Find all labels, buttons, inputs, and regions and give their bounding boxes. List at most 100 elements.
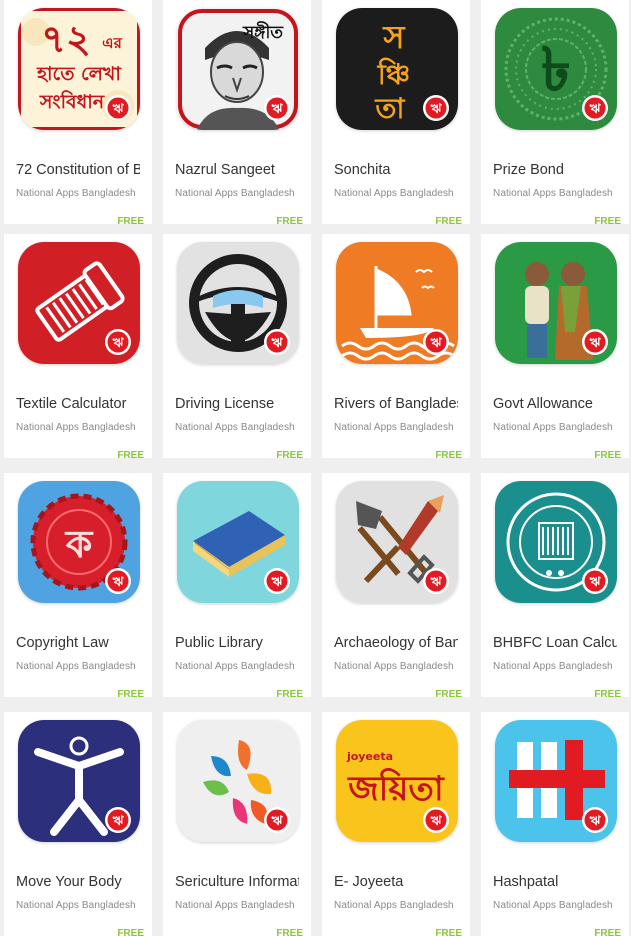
app-price: FREE xyxy=(117,216,144,224)
app-title[interactable]: Hashpatal xyxy=(493,874,617,890)
app-developer[interactable]: National Apps Bangladesh xyxy=(16,422,146,433)
elderly-couple-icon[interactable]: ঋ xyxy=(495,242,617,364)
app-card[interactable]: ঋ Public Library National Apps Banglades… xyxy=(163,473,311,697)
app-price: FREE xyxy=(594,450,621,458)
app-card[interactable]: ঋ Hashpatal National Apps Bangladesh FRE… xyxy=(481,712,629,936)
app-card[interactable]: ঋ Move Your Body National Apps Banglades… xyxy=(4,712,152,936)
brand-badge-icon: ঋ xyxy=(105,568,131,594)
app-card[interactable]: সঙ্গীত ঋ Nazrul Sangeet National Apps Ba… xyxy=(163,0,311,224)
sailboat-icon[interactable]: ঋ xyxy=(336,242,458,364)
svg-text:সংবিধান: সংবিধান xyxy=(39,90,105,113)
app-title[interactable]: Archaeology of Bangladesh xyxy=(334,635,458,651)
app-developer[interactable]: National Apps Bangladesh xyxy=(334,422,464,433)
bhbfc-logo-icon[interactable]: ঋ xyxy=(495,481,617,603)
svg-text:ঋ: ঋ xyxy=(271,814,284,829)
brand-badge-icon: ঋ xyxy=(105,329,131,355)
app-developer[interactable]: National Apps Bangladesh xyxy=(175,188,305,199)
svg-text:ঋ: ঋ xyxy=(589,336,602,351)
app-developer[interactable]: National Apps Bangladesh xyxy=(16,661,146,672)
svg-text:তা: তা xyxy=(374,92,405,125)
app-card[interactable]: ঋ Archaeology of Bangladesh National App… xyxy=(322,473,470,697)
app-developer[interactable]: National Apps Bangladesh xyxy=(334,900,464,911)
butterfly-icon[interactable]: ঋ xyxy=(177,720,299,842)
app-developer[interactable]: National Apps Bangladesh xyxy=(493,661,623,672)
hospital-cross-icon[interactable]: ঋ xyxy=(495,720,617,842)
svg-text:ঋ: ঋ xyxy=(112,814,125,829)
app-price: FREE xyxy=(276,216,303,224)
app-price: FREE xyxy=(435,689,462,697)
svg-text:৳: ৳ xyxy=(541,35,571,105)
app-title[interactable]: Rivers of Bangladesh xyxy=(334,396,458,412)
shovel-brush-icon[interactable]: ঋ xyxy=(336,481,458,603)
brand-badge-icon: ঋ xyxy=(423,807,449,833)
app-price: FREE xyxy=(435,216,462,224)
app-price: FREE xyxy=(276,450,303,458)
app-title[interactable]: Nazrul Sangeet xyxy=(175,162,299,178)
app-title[interactable]: Driving License xyxy=(175,396,299,412)
app-developer[interactable]: National Apps Bangladesh xyxy=(334,661,464,672)
app-title[interactable]: E- Joyeeta xyxy=(334,874,458,890)
app-developer[interactable]: National Apps Bangladesh xyxy=(334,188,464,199)
app-title[interactable]: 72 Constitution of Bangladesh xyxy=(16,162,140,178)
svg-text:ঋ: ঋ xyxy=(271,336,284,351)
app-developer[interactable]: National Apps Bangladesh xyxy=(493,900,623,911)
book-icon[interactable]: ঋ xyxy=(177,481,299,603)
app-card[interactable]: ঋ Govt Allowance National Apps Banglades… xyxy=(481,234,629,458)
svg-text:ঋ: ঋ xyxy=(430,336,443,351)
prize-bond-icon[interactable]: ৳ ঋ xyxy=(495,8,617,130)
brand-badge-icon: ঋ xyxy=(264,95,290,121)
svg-text:স: স xyxy=(382,18,406,56)
app-developer[interactable]: National Apps Bangladesh xyxy=(16,188,146,199)
app-developer[interactable]: National Apps Bangladesh xyxy=(175,661,305,672)
app-title[interactable]: Govt Allowance xyxy=(493,396,617,412)
sonchita-icon[interactable]: স ঞ্চি তা ঋ xyxy=(336,8,458,130)
body-figure-icon[interactable]: ঋ xyxy=(18,720,140,842)
brand-badge-icon: ঋ xyxy=(105,807,131,833)
svg-text:এর: এর xyxy=(102,34,122,52)
app-price: FREE xyxy=(435,928,462,936)
app-title[interactable]: Textile Calculator xyxy=(16,396,140,412)
app-title[interactable]: BHBFC Loan Calculator xyxy=(493,635,617,651)
app-developer[interactable]: National Apps Bangladesh xyxy=(493,422,623,433)
app-developer[interactable]: National Apps Bangladesh xyxy=(493,188,623,199)
app-developer[interactable]: National Apps Bangladesh xyxy=(16,900,146,911)
app-title[interactable]: Prize Bond xyxy=(493,162,617,178)
svg-text:ঋ: ঋ xyxy=(430,102,443,117)
textile-fabric-icon[interactable]: ঋ xyxy=(18,242,140,364)
app-title[interactable]: Move Your Body xyxy=(16,874,140,890)
svg-text:ঋ: ঋ xyxy=(112,575,125,590)
app-card[interactable]: ৳ ঋ Prize Bond National Apps Bangladesh … xyxy=(481,0,629,224)
app-card[interactable]: ৭২ এর হাতে লেখা সংবিধান ঋ 72 Constitutio… xyxy=(4,0,152,224)
app-price: FREE xyxy=(594,216,621,224)
app-card[interactable]: ঋ BHBFC Loan Calculator National Apps Ba… xyxy=(481,473,629,697)
svg-text:ঋ: ঋ xyxy=(430,814,443,829)
app-card[interactable]: ঋ Textile Calculator National Apps Bangl… xyxy=(4,234,152,458)
app-grid: ৭২ এর হাতে লেখা সংবিধান ঋ 72 Constitutio… xyxy=(0,0,631,936)
app-card[interactable]: ঋ Rivers of Bangladesh National Apps Ban… xyxy=(322,234,470,458)
brand-badge-icon: ঋ xyxy=(423,329,449,355)
joyeeta-icon[interactable]: joyeeta জয়িতা ঋ xyxy=(336,720,458,842)
svg-text:জয়িতা: জয়িতা xyxy=(347,768,445,809)
svg-text:হাতে লেখা: হাতে লেখা xyxy=(36,63,122,85)
app-card[interactable]: স ঞ্চি তা ঋ Sonchita National Apps Bangl… xyxy=(322,0,470,224)
seal-icon[interactable]: ক ঋ xyxy=(18,481,140,603)
nazrul-portrait-icon[interactable]: সঙ্গীত ঋ xyxy=(177,8,299,130)
app-card[interactable]: joyeeta জয়িতা ঋ E- Joyeeta National App… xyxy=(322,712,470,936)
svg-text:ঋ: ঋ xyxy=(112,336,125,351)
app-card[interactable]: ঋ Sericulture Information National Apps … xyxy=(163,712,311,936)
svg-text:ক: ক xyxy=(64,522,94,566)
app-title[interactable]: Copyright Law xyxy=(16,635,140,651)
svg-text:ঞ্চি: ঞ্চি xyxy=(377,57,410,91)
app-title[interactable]: Public Library xyxy=(175,635,299,651)
app-developer[interactable]: National Apps Bangladesh xyxy=(175,422,305,433)
steering-wheel-icon[interactable]: ঋ xyxy=(177,242,299,364)
app-card[interactable]: ঋ Driving License National Apps Banglade… xyxy=(163,234,311,458)
svg-text:ঋ: ঋ xyxy=(112,102,125,117)
app-title[interactable]: Sonchita xyxy=(334,162,458,178)
app-price: FREE xyxy=(117,450,144,458)
constitution-icon[interactable]: ৭২ এর হাতে লেখা সংবিধান ঋ xyxy=(18,8,140,130)
app-developer[interactable]: National Apps Bangladesh xyxy=(175,900,305,911)
app-title[interactable]: Sericulture Information xyxy=(175,874,299,890)
app-price: FREE xyxy=(594,928,621,936)
app-card[interactable]: ক ঋ Copyright Law National Apps Banglade… xyxy=(4,473,152,697)
